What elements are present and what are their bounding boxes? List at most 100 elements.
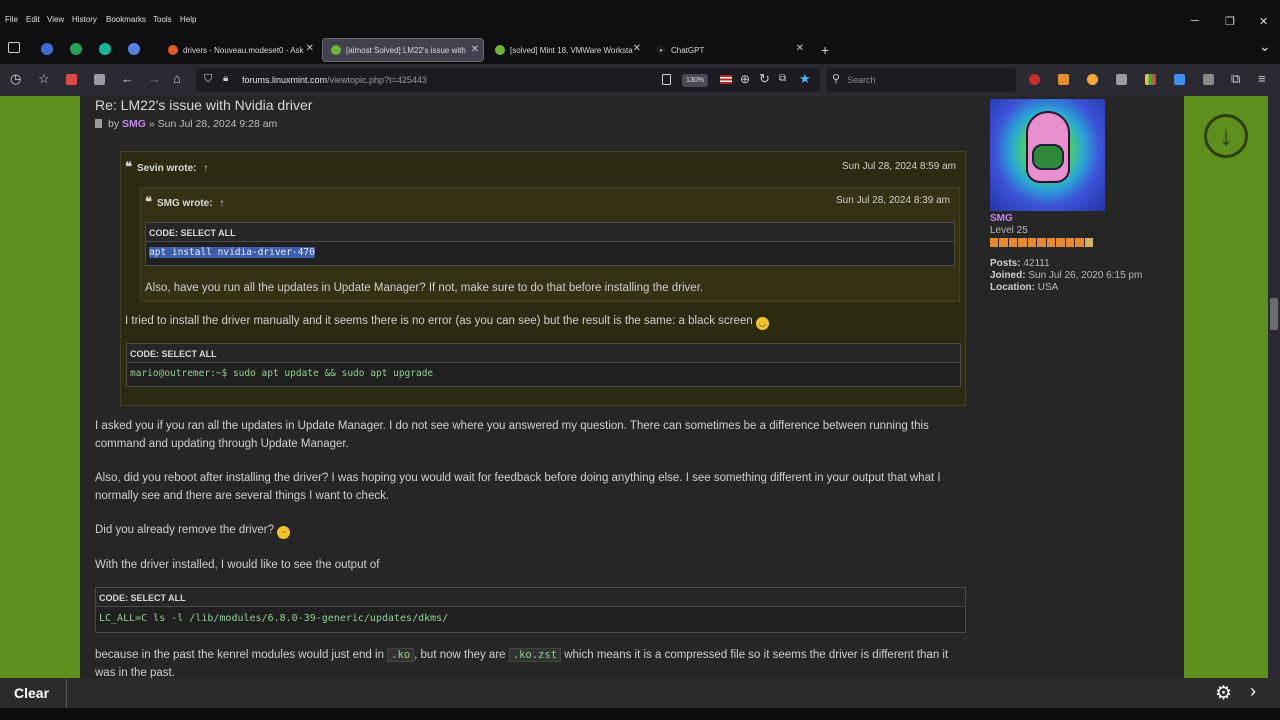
post-paragraph: because in the past the kenrel modules w… [95, 648, 949, 678]
scrollbar[interactable] [1268, 96, 1280, 678]
reader-view-icon[interactable] [662, 74, 671, 85]
list-tabs-button[interactable]: ⌄ [1259, 38, 1271, 55]
code-block: CODE: SELECT ALL apt install nvidia-driv… [145, 222, 955, 266]
extension-icon[interactable] [66, 74, 77, 85]
profile-posts: Posts: 42111 [990, 258, 1050, 269]
tab-chatgpt[interactable]: • ChatGPT ✕ [648, 38, 808, 62]
menu-help[interactable]: Help [180, 15, 196, 24]
translate-icon[interactable]: ⧉ [779, 73, 786, 84]
search-icon: ⚲ [832, 73, 841, 85]
navigation-bar: ◷ ☆ ← → ⌂ ⛉ 🔒︎ forums.linuxmint.com/view… [0, 64, 1280, 96]
pinned-tab-icon[interactable] [70, 43, 82, 55]
pinned-tab-icon[interactable] [99, 43, 111, 55]
menu-history[interactable]: History [72, 15, 97, 24]
pinned-tab-icon[interactable] [128, 43, 140, 55]
post-author[interactable]: SMG [122, 118, 146, 130]
menu-edit[interactable]: Edit [26, 15, 40, 24]
glasses-icon[interactable] [1116, 74, 1127, 85]
jump-to-quote-icon[interactable]: ↑ [219, 198, 224, 209]
url-text[interactable]: forums.linuxmint.com/viewtopic.php?t=425… [242, 75, 427, 85]
new-tab-button[interactable]: + [821, 42, 829, 58]
search-bar[interactable]: ⚲ Search [826, 68, 1016, 92]
close-window-button[interactable]: ✕ [1259, 15, 1268, 28]
us-flag-icon[interactable] [720, 75, 732, 84]
menu-file[interactable]: File [5, 15, 18, 24]
extension-icon[interactable] [1174, 74, 1185, 85]
tab-lm22-issue[interactable]: [almost Solved] LM22's issue with ✕ [322, 38, 484, 62]
code-block: CODE: SELECT ALL mario@outremer:~$ sudo … [126, 343, 961, 387]
bottom-bar: Clear ⚙ › [0, 678, 1280, 708]
star-outline-icon[interactable]: ☆ [38, 72, 50, 86]
chevron-right-icon[interactable]: › [1250, 681, 1256, 702]
quote-block-smg: ❝ SMG wrote: ↑ Sun Jul 28, 2024 8:39 am C… [140, 187, 960, 302]
hamburger-menu-icon[interactable]: ≡ [1258, 72, 1266, 86]
extension-icon[interactable] [94, 74, 105, 85]
back-arrow-icon[interactable]: ← [121, 72, 134, 86]
extension-icon[interactable] [1058, 74, 1069, 85]
clear-button[interactable]: Clear [14, 685, 49, 701]
extensions-puzzle-icon[interactable]: ⧉ [1231, 72, 1240, 86]
zoom-level-badge[interactable]: 130% [682, 74, 708, 87]
forward-arrow-icon[interactable]: → [148, 72, 161, 86]
quote-date: Sun Jul 28, 2024 8:39 am [836, 195, 950, 206]
code-text: LC_ALL=C ls -l /lib/modules/6.8.0-39-gen… [99, 613, 449, 624]
code-header[interactable]: CODE: SELECT ALL [146, 223, 954, 242]
download-arrow-icon[interactable]: ↓ [1204, 114, 1248, 158]
quote-text: Also, have you run all the updates in Up… [145, 282, 704, 294]
menu-bookmarks[interactable]: Bookmarks [106, 15, 146, 24]
tab-title: [solved] Mint 18, VMWare Worksta [510, 45, 633, 55]
url-bar[interactable]: ⛉ 🔒︎ forums.linuxmint.com/viewtopic.php?… [196, 68, 820, 92]
code-header[interactable]: CODE: SELECT ALL [96, 588, 965, 607]
post-paragraph: Did you already remove the driver? ~ [95, 522, 291, 540]
quote-icon: ❝ [125, 159, 132, 174]
menu-bar: File Edit View History Bookmarks Tools H… [0, 0, 1280, 36]
quote-text: I tried to install the driver manually a… [125, 313, 769, 331]
slightly-smiling-emoji-icon: ◡ [755, 317, 769, 330]
profile-rank: Level 25 [990, 225, 1028, 236]
favicon-icon: • [656, 45, 666, 55]
pinned-tab-icon[interactable] [41, 43, 53, 55]
code-text: mario@outremer:~$ sudo apt update && sud… [130, 368, 434, 379]
post-title[interactable]: Re: LM22's issue with Nvidia driver [95, 97, 312, 113]
inline-code: .ko [387, 648, 415, 662]
minimize-button[interactable]: ─ [1191, 15, 1199, 27]
home-icon[interactable]: ⌂ [173, 72, 181, 86]
code-header[interactable]: CODE: SELECT ALL [127, 344, 960, 363]
avatar-body [1032, 144, 1064, 170]
profile-joined: Joined: Sun Jul 26, 2020 6:15 pm [990, 270, 1143, 281]
quote-header: ❝ Sevin wrote: ↑ [125, 159, 209, 174]
close-tab-icon[interactable]: ✕ [633, 43, 641, 54]
tab-drivers[interactable]: drivers - Nouveau.modeset0 - Ask ✕ [160, 38, 318, 62]
gear-icon[interactable]: ⚙ [1215, 682, 1232, 705]
shield-icon[interactable]: ⛉ [204, 73, 212, 86]
bookmark-star-icon[interactable]: ★ [799, 71, 811, 87]
menu-tools[interactable]: Tools [153, 15, 172, 24]
restore-button[interactable]: ❐ [1225, 15, 1235, 28]
profile-location: Location: USA [990, 282, 1059, 293]
extension-icon[interactable] [1087, 74, 1098, 85]
clock-icon[interactable]: ◷ [10, 72, 21, 86]
tab-title: ChatGPT [671, 45, 705, 55]
close-tab-icon[interactable]: ✕ [796, 43, 804, 54]
extension-icon[interactable] [1203, 74, 1214, 85]
close-tab-icon[interactable]: ✕ [306, 43, 314, 54]
quote-date: Sun Jul 28, 2024 8:59 am [842, 161, 956, 172]
post-document-icon[interactable] [95, 119, 102, 128]
lock-icon[interactable]: 🔒︎ [223, 73, 228, 84]
scrollbar-thumb[interactable] [1270, 298, 1278, 330]
zoom-icon[interactable]: ⊕ [740, 72, 750, 86]
search-placeholder: Search [847, 75, 876, 85]
divider [66, 678, 67, 708]
ublock-icon[interactable] [1029, 74, 1040, 85]
reload-icon[interactable]: ↻ [759, 71, 770, 87]
tab-overview-icon[interactable] [8, 42, 20, 53]
jump-to-quote-icon[interactable]: ↑ [203, 163, 208, 174]
close-tab-icon[interactable]: ✕ [471, 44, 479, 55]
code-block: CODE: SELECT ALL LC_ALL=C ls -l /lib/mod… [95, 587, 966, 633]
profile-username[interactable]: SMG [990, 213, 1013, 224]
extension-icon[interactable] [1145, 74, 1156, 85]
tab-mint18-vmware[interactable]: [solved] Mint 18, VMWare Worksta ✕ [487, 38, 645, 62]
avatar[interactable] [990, 99, 1105, 211]
favicon-icon [168, 45, 178, 55]
menu-view[interactable]: View [47, 15, 64, 24]
